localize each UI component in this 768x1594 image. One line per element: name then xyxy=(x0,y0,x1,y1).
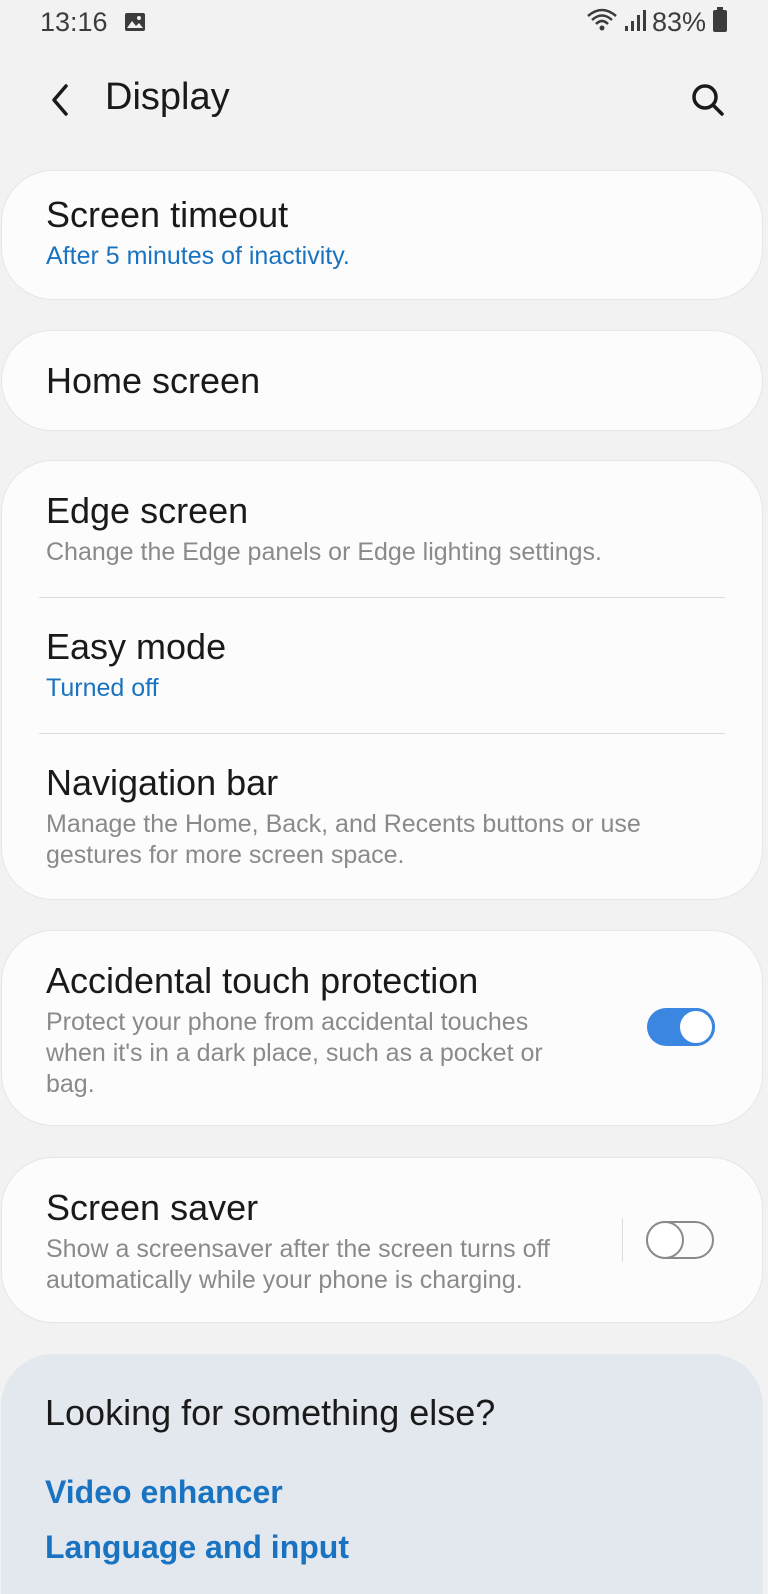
edge-screen-item[interactable]: Edge screen Change the Edge panels or Ed… xyxy=(2,489,762,568)
screen-saver-card: Screen saver Show a screensaver after th… xyxy=(1,1157,763,1323)
navigation-bar-subtitle: Manage the Home, Back, and Recents butto… xyxy=(46,810,641,869)
edge-screen-subtitle: Change the Edge panels or Edge lighting … xyxy=(46,538,602,566)
accidental-touch-toggle[interactable] xyxy=(647,1008,715,1046)
screen-timeout-item[interactable]: Screen timeout After 5 minutes of inacti… xyxy=(2,171,762,272)
screen-saver-toggle[interactable] xyxy=(646,1221,714,1259)
language-input-link[interactable]: Language and input xyxy=(45,1529,349,1566)
navigation-bar-item[interactable]: Navigation bar Manage the Home, Back, an… xyxy=(2,761,762,871)
suggestions-panel: Looking for something else? Video enhanc… xyxy=(1,1354,763,1594)
easy-mode-subtitle: Turned off xyxy=(46,674,159,702)
home-screen-item[interactable]: Home screen xyxy=(2,331,762,403)
status-right: 83% xyxy=(586,7,728,38)
gallery-notification-icon xyxy=(124,12,146,37)
chevron-left-icon xyxy=(52,84,68,116)
screen-timeout-subtitle: After 5 minutes of inactivity. xyxy=(46,242,350,270)
search-icon xyxy=(692,84,724,116)
page-title: Display xyxy=(105,76,230,118)
display-options-card: Edge screen Change the Edge panels or Ed… xyxy=(1,460,763,900)
easy-mode-title: Easy mode xyxy=(46,626,227,667)
search-button[interactable] xyxy=(684,76,732,124)
edge-screen-title: Edge screen xyxy=(46,490,249,531)
screen-timeout-title: Screen timeout xyxy=(46,194,289,235)
screen-timeout-card: Screen timeout After 5 minutes of inacti… xyxy=(1,170,763,300)
divider xyxy=(39,733,725,734)
accidental-touch-item[interactable]: Accidental touch protection Protect your… xyxy=(2,931,762,1100)
vertical-separator xyxy=(622,1218,623,1262)
status-time: 13:16 xyxy=(40,7,108,37)
accidental-touch-subtitle: Protect your phone from accidental touch… xyxy=(46,1008,543,1098)
home-screen-card: Home screen xyxy=(1,330,763,431)
video-enhancer-link[interactable]: Video enhancer xyxy=(45,1474,283,1511)
screen-saver-subtitle: Show a screensaver after the screen turn… xyxy=(46,1235,550,1294)
screen-saver-item[interactable]: Screen saver Show a screensaver after th… xyxy=(2,1158,762,1296)
accidental-touch-title: Accidental touch protection xyxy=(46,960,479,1001)
accidental-touch-card: Accidental touch protection Protect your… xyxy=(1,930,763,1126)
screen-saver-title: Screen saver xyxy=(46,1187,259,1228)
back-button[interactable] xyxy=(36,76,84,124)
battery-percent: 83% xyxy=(651,7,706,37)
suggestions-title: Looking for something else? xyxy=(45,1392,496,1433)
signal-icon xyxy=(624,8,646,37)
battery-icon xyxy=(712,7,728,38)
home-screen-title: Home screen xyxy=(46,360,261,401)
status-bar: 13:16 83% xyxy=(0,0,768,48)
easy-mode-item[interactable]: Easy mode Turned off xyxy=(2,625,762,704)
toggle-knob xyxy=(646,1221,684,1259)
divider xyxy=(39,597,725,598)
toggle-knob xyxy=(677,1008,715,1046)
app-header: Display xyxy=(0,60,768,140)
navigation-bar-title: Navigation bar xyxy=(46,762,279,803)
wifi-icon xyxy=(586,8,618,37)
